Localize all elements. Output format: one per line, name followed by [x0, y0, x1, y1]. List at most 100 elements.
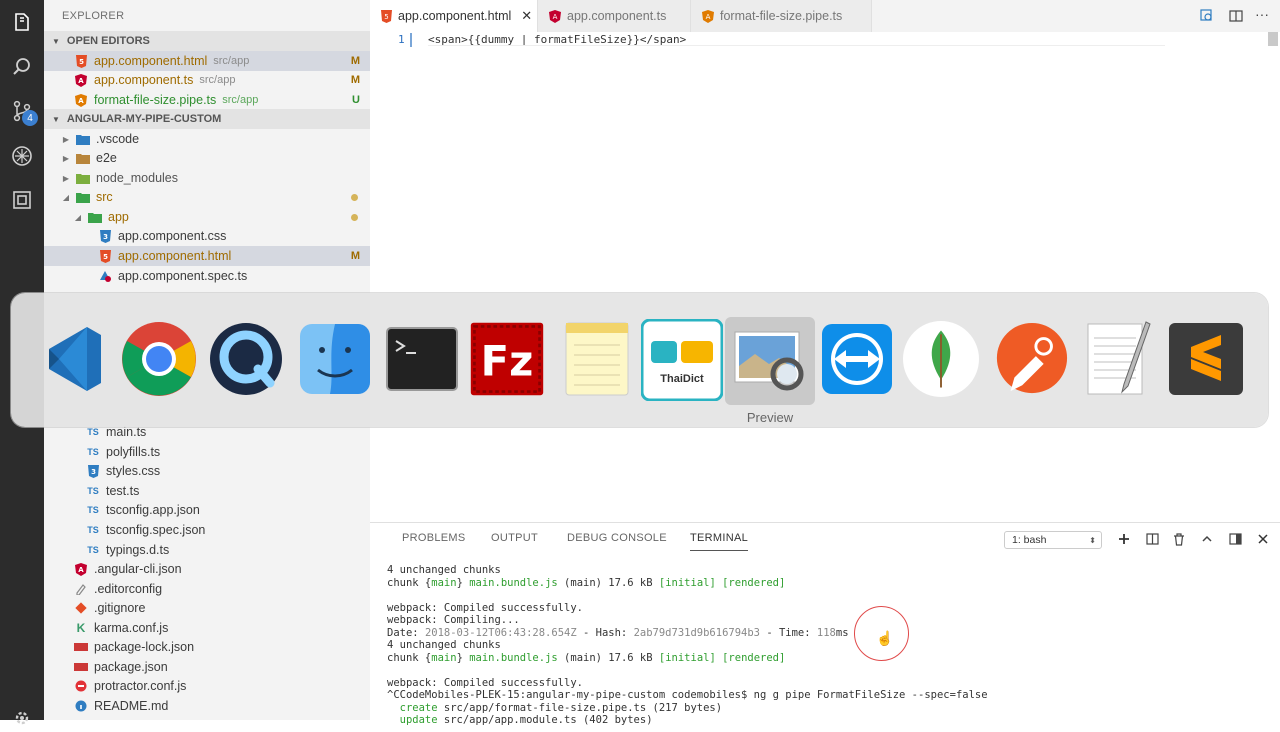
gear-icon[interactable] [8, 704, 36, 732]
svg-text:A: A [553, 13, 558, 21]
terminal-app-icon[interactable] [384, 321, 460, 397]
open-editor-name: app.component.ts [94, 73, 194, 87]
chrome-icon[interactable] [121, 321, 197, 397]
protractor-icon [74, 679, 88, 693]
postman-icon[interactable] [993, 321, 1069, 397]
svg-text:5: 5 [103, 253, 108, 261]
tab-label: app.component.ts [567, 9, 667, 23]
tree-folder[interactable]: ◢ app [44, 207, 370, 227]
more-actions-icon[interactable]: ··· [1255, 6, 1269, 22]
svg-text:3: 3 [91, 468, 96, 476]
close-panel-icon[interactable] [1256, 532, 1270, 546]
tab-terminal[interactable]: TERMINAL [690, 532, 749, 551]
textedit-icon[interactable] [1081, 321, 1157, 397]
terminal-line: webpack: Compiled successfully. [387, 601, 583, 614]
trash-icon[interactable] [1172, 532, 1186, 546]
open-editor-path: src/app [199, 74, 236, 86]
tab-label: format-file-size.pipe.ts [720, 9, 843, 23]
tree-file[interactable]: K karma.conf.js [44, 618, 370, 638]
tree-file[interactable]: .gitignore [44, 598, 370, 618]
explorer-icon[interactable] [8, 8, 36, 36]
notes-icon[interactable] [559, 321, 635, 397]
tree-file[interactable]: protractor.conf.js [44, 676, 370, 696]
tree-file[interactable]: README.md [44, 696, 370, 716]
tree-file[interactable]: A .angular-cli.json [44, 559, 370, 579]
tree-file[interactable]: package.json [44, 657, 370, 677]
tree-file[interactable]: package-lock.json [44, 637, 370, 657]
tab-output[interactable]: OUTPUT [491, 532, 538, 544]
tab-problems[interactable]: PROBLEMS [402, 532, 466, 544]
editor-scrollbar[interactable] [1268, 32, 1278, 46]
thaidict-label: ThaiDict [660, 373, 704, 385]
tree-file[interactable]: TS test.ts [44, 481, 370, 501]
tree-file[interactable]: 3 app.component.css [44, 226, 370, 246]
tree-folder[interactable]: ◢ src [44, 187, 370, 207]
chevron-right-icon: ▶ [62, 173, 70, 183]
terminal-line: update src/app/app.module.ts (402 bytes) [387, 714, 653, 726]
mongodb-compass-icon[interactable] [903, 321, 979, 397]
hand-cursor-icon: ☝ [876, 630, 894, 646]
tree-folder[interactable]: ▶ e2e [44, 148, 370, 168]
css-icon: 3 [98, 229, 112, 243]
vscode-icon[interactable] [37, 321, 113, 397]
search-icon[interactable] [8, 53, 36, 81]
teamviewer-icon[interactable] [819, 321, 895, 397]
new-terminal-icon[interactable] [1117, 532, 1131, 546]
tree-item-label: app.component.html [118, 249, 232, 263]
thaidict-icon[interactable]: ThaiDict [641, 319, 723, 401]
chevron-up-icon[interactable] [1200, 532, 1214, 546]
tab-format-file-size-pipe[interactable]: A format-file-size.pipe.ts [691, 0, 872, 32]
split-editor-icon[interactable] [1229, 9, 1243, 23]
quicktime-icon[interactable] [208, 321, 284, 397]
tree-file[interactable]: .editorconfig [44, 579, 370, 599]
sublime-text-icon[interactable] [1168, 321, 1244, 397]
html-icon: 5 [74, 54, 88, 68]
tab-debug-console[interactable]: DEBUG CONSOLE [567, 532, 667, 544]
open-editors-header[interactable]: ▼ OPEN EDITORS [44, 31, 370, 51]
split-terminal-icon[interactable] [1145, 532, 1159, 546]
chevron-right-icon: ▶ [62, 153, 70, 163]
tab-app-component-html[interactable]: 5 app.component.html ✕ [370, 0, 538, 32]
typescript-icon: TS [87, 545, 99, 555]
code-editor[interactable]: 1 <span>{{dummy | formatFileSize}}</span… [370, 32, 1280, 522]
debug-icon[interactable] [8, 142, 36, 170]
tree-file[interactable]: TS tsconfig.spec.json [44, 520, 370, 540]
tree-file[interactable]: TS tsconfig.app.json [44, 500, 370, 520]
svg-text:Fz: Fz [481, 336, 534, 385]
open-editor-item[interactable]: 5 app.component.html src/app M [44, 51, 370, 71]
tree-file[interactable]: TS polyfills.ts [44, 442, 370, 462]
line-number: 1 [398, 33, 405, 46]
tree-file[interactable]: app.component.spec.ts [44, 266, 370, 286]
close-icon[interactable]: ✕ [521, 8, 532, 24]
tree-item-label: polyfills.ts [106, 445, 161, 459]
folder-open-icon [88, 210, 102, 224]
folder-icon [76, 132, 90, 146]
svg-text:A: A [78, 77, 84, 85]
tree-folder[interactable]: ▶ node_modules [44, 168, 370, 188]
extensions-icon[interactable] [8, 186, 36, 214]
terminal-select[interactable]: 1: bash ⬍ [1004, 531, 1102, 549]
open-changes-icon[interactable] [1200, 9, 1214, 23]
finder-icon[interactable] [297, 321, 373, 397]
editorconfig-icon [74, 582, 88, 596]
filezilla-icon[interactable]: Fz [469, 321, 545, 397]
tree-item-label: README.md [94, 699, 169, 713]
tree-folder[interactable]: ▶ .vscode [44, 129, 370, 149]
open-editor-item[interactable]: A app.component.ts src/app M [44, 70, 370, 90]
current-line-border [428, 45, 1165, 46]
project-header[interactable]: ▼ ANGULAR-MY-PIPE-CUSTOM [44, 109, 370, 129]
tree-item-label: app.component.spec.ts [118, 269, 248, 283]
select-caret-icon: ⬍ [1089, 535, 1096, 545]
macos-dock: Fz ThaiDict Preview [11, 293, 1268, 427]
tree-file[interactable]: 3 styles.css [44, 461, 370, 481]
open-editor-item[interactable]: A format-file-size.pipe.ts src/app U [44, 90, 370, 110]
tab-app-component-ts[interactable]: A app.component.ts [538, 0, 691, 32]
source-control-badge: 4 [22, 110, 38, 126]
html-icon: 5 [98, 249, 112, 263]
toggle-panel-position-icon[interactable] [1228, 532, 1242, 546]
tree-file[interactable]: TS typings.d.ts [44, 540, 370, 560]
npm-icon [74, 660, 88, 674]
tree-file[interactable]: 5 app.component.html M [44, 246, 370, 266]
angular-icon: A [74, 562, 88, 576]
preview-icon[interactable] [732, 321, 808, 397]
